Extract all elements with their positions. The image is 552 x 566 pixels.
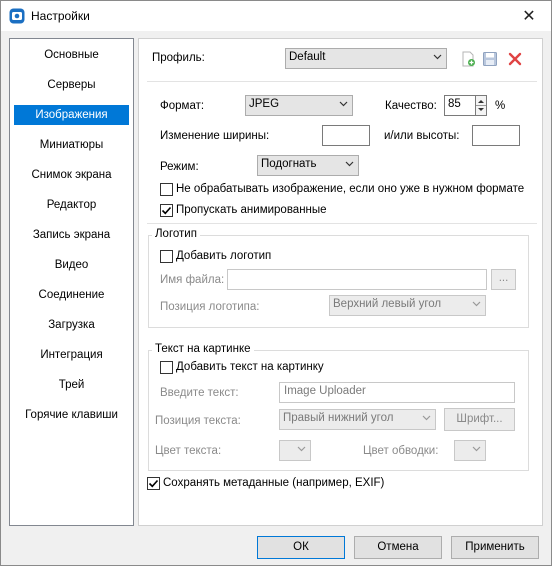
sidebar-item-tray[interactable]: Трей bbox=[14, 375, 129, 395]
sidebar-item-integration[interactable]: Интеграция bbox=[14, 345, 129, 365]
filename-label: Имя файла: bbox=[160, 274, 225, 286]
chevron-down-icon bbox=[297, 446, 306, 452]
close-button[interactable]: ✕ bbox=[507, 1, 551, 31]
font-button[interactable]: Шрифт... bbox=[444, 408, 515, 431]
stroke-color-picker[interactable] bbox=[454, 440, 486, 461]
divider bbox=[147, 223, 537, 224]
sidebar-item-general[interactable]: Основные bbox=[14, 45, 129, 65]
format-select[interactable]: JPEG bbox=[245, 95, 353, 116]
stroke-color-label: Цвет обводки: bbox=[363, 445, 439, 457]
logo-position-value: Верхний левый угол bbox=[333, 298, 442, 310]
profile-label: Профиль: bbox=[152, 52, 205, 64]
add-logo-checkbox[interactable] bbox=[160, 250, 173, 263]
sidebar-item-upload[interactable]: Загрузка bbox=[14, 315, 129, 335]
quality-unit: % bbox=[495, 100, 506, 112]
chevron-down-icon bbox=[472, 446, 481, 452]
sidebar-item-servers[interactable]: Серверы bbox=[14, 75, 129, 95]
spin-down-icon bbox=[478, 108, 484, 111]
text-color-label: Цвет текста: bbox=[155, 445, 222, 457]
quality-label: Качество: bbox=[385, 100, 437, 112]
mode-value: Подогнать bbox=[261, 158, 317, 170]
chevron-down-icon bbox=[472, 301, 481, 307]
delete-profile-icon[interactable] bbox=[506, 50, 524, 68]
text-color-picker[interactable] bbox=[279, 440, 311, 461]
apply-button[interactable]: Применить bbox=[451, 536, 539, 559]
add-logo-label: Добавить логотип bbox=[176, 250, 272, 262]
close-icon: ✕ bbox=[522, 8, 536, 25]
sidebar-item-video[interactable]: Видео bbox=[14, 255, 129, 275]
skip-processing-checkbox[interactable] bbox=[160, 183, 173, 196]
settings-window: Настройки ✕ Основные Серверы Изображения… bbox=[0, 0, 552, 566]
sidebar-item-thumbnails[interactable]: Миниатюры bbox=[14, 135, 129, 155]
format-value: JPEG bbox=[249, 98, 280, 110]
enter-text-label: Введите текст: bbox=[160, 387, 239, 399]
width-label: Изменение ширины: bbox=[160, 130, 270, 142]
overlay-text-input[interactable]: Image Uploader bbox=[279, 382, 515, 403]
text-position-select[interactable]: Правый нижний угол bbox=[279, 409, 436, 430]
chevron-down-icon bbox=[422, 415, 431, 421]
app-icon bbox=[9, 8, 25, 24]
quality-input[interactable]: 85 bbox=[444, 95, 477, 116]
sidebar-item-screenshot[interactable]: Снимок экрана bbox=[14, 165, 129, 185]
logo-group-title: Логотип bbox=[152, 228, 200, 240]
skip-animated-label: Пропускать анимированные bbox=[176, 204, 327, 216]
width-input[interactable] bbox=[322, 125, 370, 146]
text-position-value: Правый нижний угол bbox=[283, 412, 394, 424]
add-profile-icon[interactable] bbox=[459, 50, 477, 68]
logo-position-label: Позиция логотипа: bbox=[160, 301, 260, 313]
chevron-down-icon bbox=[339, 101, 348, 107]
skip-animated-checkbox[interactable] bbox=[160, 204, 173, 217]
height-input[interactable] bbox=[472, 125, 520, 146]
profile-select[interactable]: Default bbox=[285, 48, 447, 69]
sidebar-item-connection[interactable]: Соединение bbox=[14, 285, 129, 305]
logo-filename-input[interactable] bbox=[227, 269, 487, 290]
text-position-label: Позиция текста: bbox=[155, 415, 241, 427]
ok-button[interactable]: ОК bbox=[257, 536, 345, 559]
spin-up-icon bbox=[478, 100, 484, 103]
format-label: Формат: bbox=[160, 100, 205, 112]
sidebar-item-editor[interactable]: Редактор bbox=[14, 195, 129, 215]
mode-label: Режим: bbox=[160, 161, 199, 173]
add-text-label: Добавить текст на картинку bbox=[176, 361, 324, 373]
window-title: Настройки bbox=[31, 9, 90, 23]
save-profile-icon[interactable] bbox=[481, 50, 499, 68]
height-label: и/или высоты: bbox=[384, 130, 460, 142]
chevron-down-icon bbox=[345, 161, 354, 167]
text-overlay-group-title: Текст на картинке bbox=[152, 343, 254, 355]
title-bar: Настройки ✕ bbox=[1, 1, 551, 31]
keep-metadata-checkbox[interactable] bbox=[147, 477, 160, 490]
browse-logo-button[interactable]: ... bbox=[491, 269, 516, 290]
sidebar-item-hotkeys[interactable]: Горячие клавиши bbox=[14, 405, 129, 425]
checkmark-icon bbox=[161, 206, 172, 215]
sidebar-item-screen-record[interactable]: Запись экрана bbox=[14, 225, 129, 245]
cancel-button[interactable]: Отмена bbox=[354, 536, 442, 559]
chevron-down-icon bbox=[433, 54, 442, 60]
profile-value: Default bbox=[289, 51, 326, 63]
keep-metadata-label: Сохранять метаданные (например, EXIF) bbox=[163, 477, 385, 489]
divider bbox=[147, 81, 537, 82]
checkmark-icon bbox=[148, 479, 159, 488]
sidebar-item-images[interactable]: Изображения bbox=[14, 105, 129, 125]
add-text-checkbox[interactable] bbox=[160, 361, 173, 374]
quality-spinner[interactable] bbox=[475, 95, 487, 116]
logo-position-select[interactable]: Верхний левый угол bbox=[329, 295, 486, 316]
settings-sidebar: Основные Серверы Изображения Миниатюры С… bbox=[9, 38, 134, 526]
images-settings-panel: Профиль: Default Формат: JPEG Качество: … bbox=[138, 38, 543, 526]
mode-select[interactable]: Подогнать bbox=[257, 155, 359, 176]
skip-processing-label: Не обрабатывать изображение, если оно уж… bbox=[176, 183, 525, 195]
